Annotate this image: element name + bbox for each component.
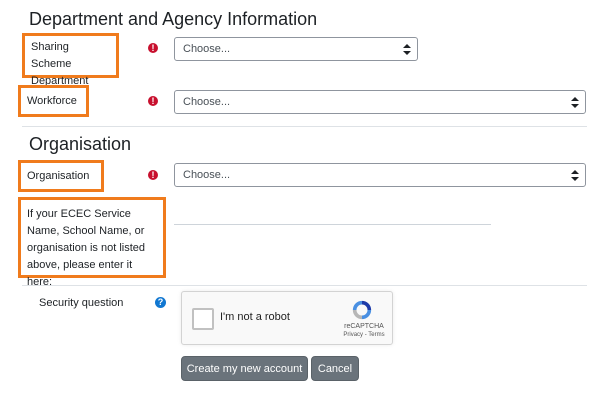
question-circle-icon[interactable]: ? bbox=[155, 297, 166, 308]
other-organisation-label-box: If your ECEC Service Name, School Name, … bbox=[18, 197, 166, 288]
workforce-select[interactable]: Choose... bbox=[174, 90, 586, 114]
cancel-button[interactable]: Cancel bbox=[311, 356, 359, 381]
recaptcha-logo-icon bbox=[352, 300, 372, 320]
workforce-value: Choose... bbox=[183, 96, 231, 108]
required-exclamation-icon: ! bbox=[148, 170, 158, 180]
recaptcha-links[interactable]: Privacy - Terms bbox=[342, 332, 386, 338]
section-divider bbox=[22, 126, 587, 127]
required-exclamation-icon: ! bbox=[148, 96, 158, 106]
section-heading-organisation: Organisation bbox=[29, 134, 132, 154]
organisation-select[interactable]: Choose... bbox=[174, 163, 586, 187]
create-account-button[interactable]: Create my new account bbox=[181, 356, 308, 381]
sharing-scheme-department-label-box: Sharing Scheme Department bbox=[22, 33, 119, 87]
recaptcha-widget: I'm not a robot reCAPTCHA Privacy - Term… bbox=[181, 291, 393, 345]
recaptcha-brand: reCAPTCHA bbox=[344, 323, 384, 330]
workforce-label-box: Workforce bbox=[18, 85, 89, 117]
select-caret-icon bbox=[571, 97, 579, 108]
organisation-label: Organisation bbox=[27, 170, 90, 182]
other-organisation-label: If your ECEC Service Name, School Name, … bbox=[27, 208, 146, 288]
section-heading-department: Department and Agency Information bbox=[29, 9, 318, 29]
sharing-scheme-department-select[interactable]: Choose... bbox=[174, 37, 418, 61]
security-question-label: Security question bbox=[39, 297, 124, 309]
select-caret-icon bbox=[403, 44, 411, 55]
recaptcha-checkbox-label: I'm not a robot bbox=[220, 311, 290, 323]
recaptcha-checkbox[interactable] bbox=[192, 308, 214, 330]
section-divider bbox=[22, 285, 587, 286]
workforce-label: Workforce bbox=[27, 95, 77, 107]
sharing-scheme-department-label: Sharing Scheme Department bbox=[31, 41, 89, 87]
required-exclamation-icon: ! bbox=[148, 43, 158, 53]
other-organisation-input[interactable] bbox=[174, 224, 491, 225]
organisation-value: Choose... bbox=[183, 169, 231, 181]
sharing-scheme-department-value: Choose... bbox=[183, 43, 231, 55]
organisation-label-box: Organisation bbox=[18, 160, 104, 192]
select-caret-icon bbox=[571, 170, 579, 181]
